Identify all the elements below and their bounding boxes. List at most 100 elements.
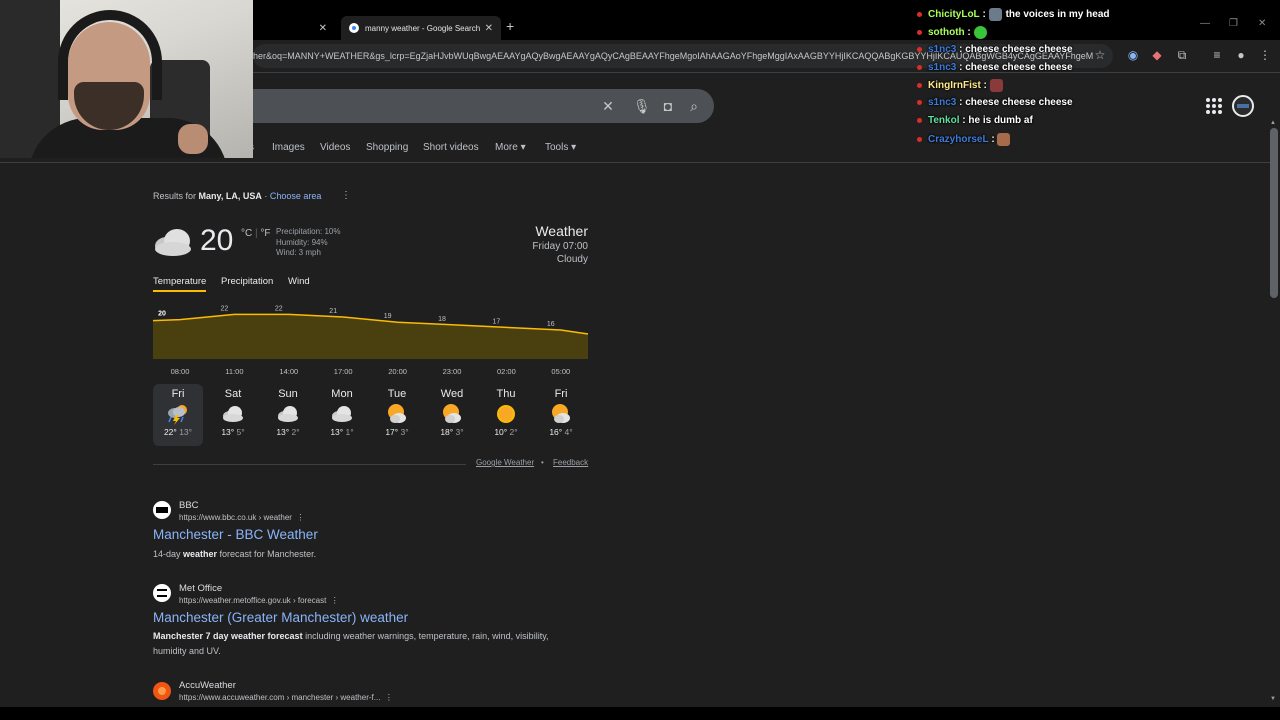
fahrenheit-toggle[interactable]: °F xyxy=(260,228,270,239)
minimize-icon[interactable]: — xyxy=(1200,18,1210,29)
tab-wind[interactable]: Wind xyxy=(288,276,310,287)
tab-more[interactable]: More ▾ xyxy=(495,142,526,153)
tab-temperature[interactable]: Temperature xyxy=(153,276,206,287)
screen: ✕ manny weather - Google Search ✕ + — ❐ … xyxy=(0,0,1280,720)
tab-short-videos[interactable]: Short videos xyxy=(423,142,479,153)
browser-tab-active[interactable]: manny weather - Google Search ✕ xyxy=(341,16,501,40)
day-forecast-6[interactable]: Thu 10° 2° xyxy=(481,384,531,446)
weather-time: Friday 07:00 xyxy=(532,241,588,252)
result-source: AccuWeather xyxy=(179,680,236,691)
chat-username[interactable]: KingIrnFist xyxy=(928,80,981,91)
tab-videos[interactable]: Videos xyxy=(320,142,350,153)
more-options-icon[interactable]: ⋮ xyxy=(341,190,351,201)
feedback-link[interactable]: Feedback xyxy=(553,458,588,467)
new-tab-icon[interactable]: + xyxy=(506,18,514,34)
close-window-icon[interactable]: ✕ xyxy=(1258,18,1266,29)
tab-shopping[interactable]: Shopping xyxy=(366,142,408,153)
chat-username[interactable]: s1nc3 xyxy=(928,44,956,55)
google-apps-icon[interactable] xyxy=(1206,98,1222,114)
chat-username[interactable]: sothoth xyxy=(928,27,965,38)
day-high: 13° xyxy=(330,427,344,437)
account-avatar[interactable] xyxy=(1232,95,1254,117)
day-temps: 13° 1° xyxy=(317,427,367,437)
day-name: Sun xyxy=(278,388,298,400)
result-title-link[interactable]: Manchester - BBC Weather xyxy=(153,527,318,542)
clear-search-icon[interactable]: ✕ xyxy=(600,98,616,114)
day-temps: 17° 3° xyxy=(372,427,422,437)
webcam-overlay xyxy=(0,0,253,158)
voice-search-icon[interactable]: 🎙 xyxy=(633,98,651,114)
cloudy-icon xyxy=(221,403,245,425)
bookmark-star-icon[interactable]: ☆ xyxy=(1093,48,1107,62)
result-url[interactable]: https://www.accuweather.com › manchester… xyxy=(179,693,393,702)
day-forecast-0[interactable]: Fri 22° 13° xyxy=(153,384,203,446)
extensions-icon[interactable]: ⧉ xyxy=(1175,48,1189,62)
result-more-icon[interactable]: ⋮ xyxy=(294,513,304,522)
day-forecast-1[interactable]: Sat 13° 5° xyxy=(208,384,258,446)
day-forecast-3[interactable]: Mon 13° 1° xyxy=(317,384,367,446)
chat-text: the voices in my head xyxy=(1005,9,1110,20)
result-title-link[interactable]: Manchester (Greater Manchester) weather xyxy=(153,610,408,625)
result-more-icon[interactable]: ⋮ xyxy=(329,596,339,605)
day-temps: 13° 2° xyxy=(263,427,313,437)
chat-message: CrazyhorseL : xyxy=(917,133,1014,146)
profile-icon[interactable]: ● xyxy=(1234,48,1248,62)
chat-separator: : xyxy=(956,44,966,55)
day-forecast-5[interactable]: Wed 18° 3° xyxy=(427,384,477,446)
page-scrollbar[interactable] xyxy=(1270,128,1278,298)
temperature-value-label: 16 xyxy=(547,321,555,328)
browser-tab-inactive[interactable]: ✕ xyxy=(253,16,341,40)
result-url[interactable]: https://weather.metoffice.gov.uk › forec… xyxy=(179,596,339,605)
tab-tools[interactable]: Tools ▾ xyxy=(545,142,576,153)
search-icon[interactable]: ⌕ xyxy=(686,98,702,114)
snippet-text: forecast for Manchester. xyxy=(217,549,317,559)
location-name: Many, LA, USA xyxy=(198,191,262,201)
audio-icon[interactable]: ◉ xyxy=(1126,48,1140,62)
result-url[interactable]: https://www.bbc.co.uk › weather ⋮ xyxy=(179,513,304,522)
close-tab-icon[interactable]: ✕ xyxy=(485,23,501,34)
chat-username[interactable]: Tenkol xyxy=(928,115,959,126)
cloudy-icon xyxy=(330,403,354,425)
google-favicon-icon xyxy=(349,23,359,33)
google-weather-link[interactable]: Google Weather xyxy=(476,458,534,467)
scroll-up-icon[interactable]: ▲ xyxy=(1270,120,1276,126)
image-search-icon[interactable]: ◘ xyxy=(660,98,676,114)
choose-area-link[interactable]: Choose area xyxy=(270,191,322,201)
day-high: 18° xyxy=(440,427,454,437)
bbc-favicon-icon xyxy=(153,501,171,519)
current-temperature: 20 xyxy=(200,224,234,257)
browser-menu-icon[interactable]: ⋮ xyxy=(1258,48,1272,62)
snippet-bold: weather xyxy=(183,549,218,559)
extension-blocker-icon[interactable]: ◆ xyxy=(1150,48,1164,62)
day-temps: 10° 2° xyxy=(481,427,531,437)
day-low: 3° xyxy=(400,427,409,437)
day-high: 17° xyxy=(385,427,399,437)
hour-tick-label: 02:00 xyxy=(497,367,516,376)
celsius-toggle[interactable]: °C xyxy=(241,228,252,239)
chat-username[interactable]: CrazyhorseL xyxy=(928,134,989,145)
close-tab-icon[interactable]: ✕ xyxy=(319,23,335,34)
day-forecast-7[interactable]: Fri 16° 4° xyxy=(536,384,586,446)
day-high: 16° xyxy=(549,427,563,437)
tab-images[interactable]: Images xyxy=(272,142,305,153)
weather-title: Weather xyxy=(535,223,588,239)
hour-tick-label: 08:00 xyxy=(171,367,190,376)
footer-separator: • xyxy=(541,458,544,467)
result-more-icon[interactable]: ⋮ xyxy=(383,693,393,702)
active-tab-indicator xyxy=(153,290,206,292)
cloudy-icon xyxy=(155,229,191,256)
dropdown-arrow-icon: ▾ xyxy=(520,142,526,153)
media-controls-icon[interactable]: ≡ xyxy=(1210,48,1224,62)
chat-username[interactable]: s1nc3 xyxy=(928,97,956,108)
scroll-down-icon[interactable]: ▼ xyxy=(1270,696,1276,702)
result-snippet: Manchester 7 day weather forecast includ… xyxy=(153,629,573,658)
day-low: 13° xyxy=(179,427,193,437)
day-forecast-4[interactable]: Tue 17° 3° xyxy=(372,384,422,446)
tab-precipitation[interactable]: Precipitation xyxy=(221,276,273,287)
chat-separator: : xyxy=(956,62,966,73)
maximize-icon[interactable]: ❐ xyxy=(1229,18,1238,29)
day-forecast-2[interactable]: Sun 13° 2° xyxy=(263,384,313,446)
user-badge-icon xyxy=(917,100,922,105)
chat-username[interactable]: ChicityLoL xyxy=(928,9,980,20)
chat-username[interactable]: s1nc3 xyxy=(928,62,956,73)
